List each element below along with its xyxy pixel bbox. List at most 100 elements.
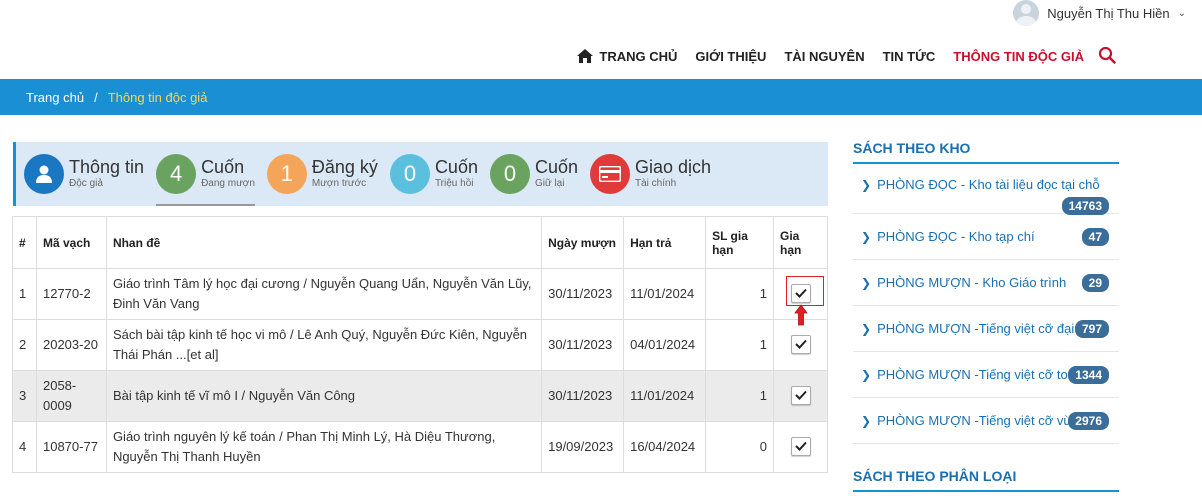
divider — [853, 162, 1119, 164]
tab-transactions-title: Giao dịch — [635, 157, 712, 177]
nav-item-news[interactable]: TIN TỨC — [883, 49, 936, 64]
recalled-count: 0 — [389, 154, 430, 194]
chevron-right-icon: ❯ — [861, 177, 872, 192]
storage-item-count: 2976 — [1068, 411, 1109, 430]
chevron-right-icon: ❯ — [861, 321, 872, 336]
cell-renew-count: 1 — [705, 319, 774, 371]
storage-item-count: 1344 — [1068, 365, 1109, 384]
tab-recalled-title: Cuốn — [434, 157, 478, 177]
main-nav: TRANG CHỦ GIỚI THIỆU TÀI NGUYÊN TIN TỨC … — [559, 44, 1116, 68]
storage-item-label: PHÒNG MƯỢN -Tiếng việt cỡ to — [877, 367, 1068, 382]
cell-borrow-date: 30/11/2023 — [541, 268, 625, 320]
tab-borrowing[interactable]: 4 Cuốn Đang mượn — [156, 142, 255, 206]
table-header-row: # Mã vạch Nhan đề Ngày mượn Hạn trả SL g… — [12, 216, 828, 269]
held-count: 0 — [489, 154, 530, 194]
tab-recalled-sub: Triệu hồi — [434, 178, 474, 189]
tab-held-sub: Giữ lại — [534, 178, 565, 189]
col-header-due-date: Hạn trả — [623, 216, 707, 269]
cell-title: Giáo trình nguyên lý kế toán / Phan Thị … — [105, 421, 543, 473]
cell-renew-count: 0 — [705, 421, 774, 473]
cell-title: Bài tập kinh tế vĩ mô I / Nguyễn Văn Côn… — [105, 370, 543, 422]
table-row: 4 10870-77 Giáo trình nguyên lý kế toán … — [12, 421, 828, 473]
tab-reader-info-title: Thông tin — [69, 157, 145, 177]
chevron-down-icon: ⌄ — [1177, 7, 1186, 19]
borrowed-books-table: # Mã vạch Nhan đề Ngày mượn Hạn trả SL g… — [12, 216, 828, 473]
tab-recalled[interactable]: 0 Cuốn Triệu hồi — [389, 142, 478, 206]
storage-item-label: PHÒNG ĐỌC - Kho tài liệu đọc tại chỗ — [877, 177, 1100, 192]
cell-num: 1 — [12, 268, 37, 320]
table-row: 2 20203-20 Sách bài tập kinh tế học vi m… — [12, 319, 828, 371]
storage-item[interactable]: ❯ PHÒNG ĐỌC - Kho tạp chí 47 — [853, 214, 1119, 260]
breadcrumb-home[interactable]: Trang chủ — [26, 90, 84, 105]
cell-borrow-date: 30/11/2023 — [541, 370, 625, 422]
storage-item-label: PHÒNG ĐỌC - Kho tạp chí — [877, 229, 1035, 244]
nav-item-home[interactable]: TRANG CHỦ — [577, 49, 677, 64]
renew-button[interactable] — [790, 436, 811, 456]
user-menu[interactable]: Nguyễn Thị Thu Hiền ⌄ — [1013, 0, 1186, 26]
credit-card-icon — [590, 154, 630, 194]
cell-num: 2 — [12, 319, 37, 371]
cell-num: 4 — [12, 421, 37, 473]
nav-item-reader-info[interactable]: THÔNG TIN ĐỘC GIẢ — [953, 49, 1084, 64]
col-header-barcode: Mã vạch — [35, 216, 107, 269]
tab-reserved[interactable]: 1 Đăng ký Mượn trước — [266, 142, 378, 206]
tab-reserved-sub: Mượn trước — [311, 178, 367, 189]
home-icon — [577, 49, 594, 63]
breadcrumb-separator: / — [94, 89, 98, 105]
renew-button[interactable] — [790, 334, 811, 354]
sidebar-title-by-category: SÁCH THEO PHÂN LOẠI — [853, 468, 1017, 484]
storage-list: ❯ PHÒNG ĐỌC - Kho tài liệu đọc tại chỗ 1… — [853, 168, 1119, 444]
tab-held[interactable]: 0 Cuốn Giữ lại — [489, 142, 578, 206]
nav-label-home: TRANG CHỦ — [599, 48, 678, 64]
renew-button[interactable] — [790, 385, 811, 405]
cell-due-date: 04/01/2024 — [623, 319, 707, 371]
cell-renew-count: 1 — [705, 268, 774, 320]
cell-borrow-date: 19/09/2023 — [541, 421, 625, 473]
checkmark-icon — [794, 340, 807, 350]
user-icon — [24, 154, 64, 194]
tab-transactions-sub: Tài chính — [635, 178, 677, 189]
cell-title: Sách bài tập kinh tế học vi mô / Lê Anh … — [105, 319, 543, 371]
storage-item[interactable]: ❯ PHÒNG ĐỌC - Kho tài liệu đọc tại chỗ 1… — [853, 168, 1119, 215]
chevron-right-icon: ❯ — [861, 229, 872, 244]
breadcrumb-current: Thông tin độc giả — [107, 89, 208, 105]
tab-borrowing-title: Cuốn — [201, 157, 245, 177]
cell-renew — [773, 421, 828, 473]
tab-transactions[interactable]: Giao dịch Tài chính — [590, 142, 711, 206]
chevron-right-icon: ❯ — [861, 367, 872, 382]
cell-due-date: 11/01/2024 — [623, 268, 707, 320]
tab-reader-info-sub: Độc giả — [69, 178, 103, 189]
arrow-up-icon — [794, 304, 808, 326]
cell-borrow-date: 30/11/2023 — [541, 319, 625, 371]
divider — [853, 490, 1119, 492]
search-icon[interactable] — [1098, 46, 1116, 64]
storage-item[interactable]: ❯ PHÒNG MƯỢN -Tiếng việt cỡ đại 797 — [853, 306, 1119, 352]
table-row: 1 12770-2 Giáo trình Tâm lý học đại cươn… — [12, 268, 828, 320]
chevron-right-icon: ❯ — [861, 275, 872, 290]
nav-item-resources[interactable]: TÀI NGUYÊN — [784, 49, 864, 64]
borrowing-count: 4 — [156, 154, 197, 194]
cell-renew-count: 1 — [705, 370, 774, 422]
storage-item-label: PHÒNG MƯỢN -Tiếng việt cỡ vừa — [877, 413, 1080, 428]
storage-item[interactable]: ❯ PHÒNG MƯỢN -Tiếng việt cỡ vừa 2976 — [853, 398, 1119, 444]
cell-num: 3 — [12, 370, 37, 422]
cell-due-date: 11/01/2024 — [623, 370, 707, 422]
table-row: 3 2058-0009 Bài tập kinh tế vĩ mô I / Ng… — [12, 370, 828, 422]
cell-renew — [773, 319, 828, 371]
storage-item-count: 29 — [1081, 273, 1109, 292]
nav-item-about[interactable]: GIỚI THIỆU — [695, 49, 766, 64]
storage-item[interactable]: ❯ PHÒNG MƯỢN - Kho Giáo trình 29 — [853, 260, 1119, 306]
cell-barcode: 12770-2 — [35, 268, 107, 320]
storage-item-count: 14763 — [1061, 197, 1109, 215]
col-header-renew: Gia hạn — [773, 216, 828, 269]
cell-title: Giáo trình Tâm lý học đại cương / Nguyễn… — [105, 268, 543, 320]
renew-button[interactable] — [790, 283, 811, 303]
reserved-count: 1 — [266, 154, 307, 194]
tab-borrowing-sub: Đang mượn — [201, 178, 255, 189]
storage-item-count: 47 — [1081, 227, 1109, 246]
checkmark-icon — [794, 391, 807, 401]
avatar — [1013, 0, 1040, 26]
col-header-borrow-date: Ngày mượn — [541, 216, 625, 269]
tab-reader-info[interactable]: Thông tin Độc giả — [24, 142, 144, 206]
storage-item[interactable]: ❯ PHÒNG MƯỢN -Tiếng việt cỡ to 1344 — [853, 352, 1119, 398]
